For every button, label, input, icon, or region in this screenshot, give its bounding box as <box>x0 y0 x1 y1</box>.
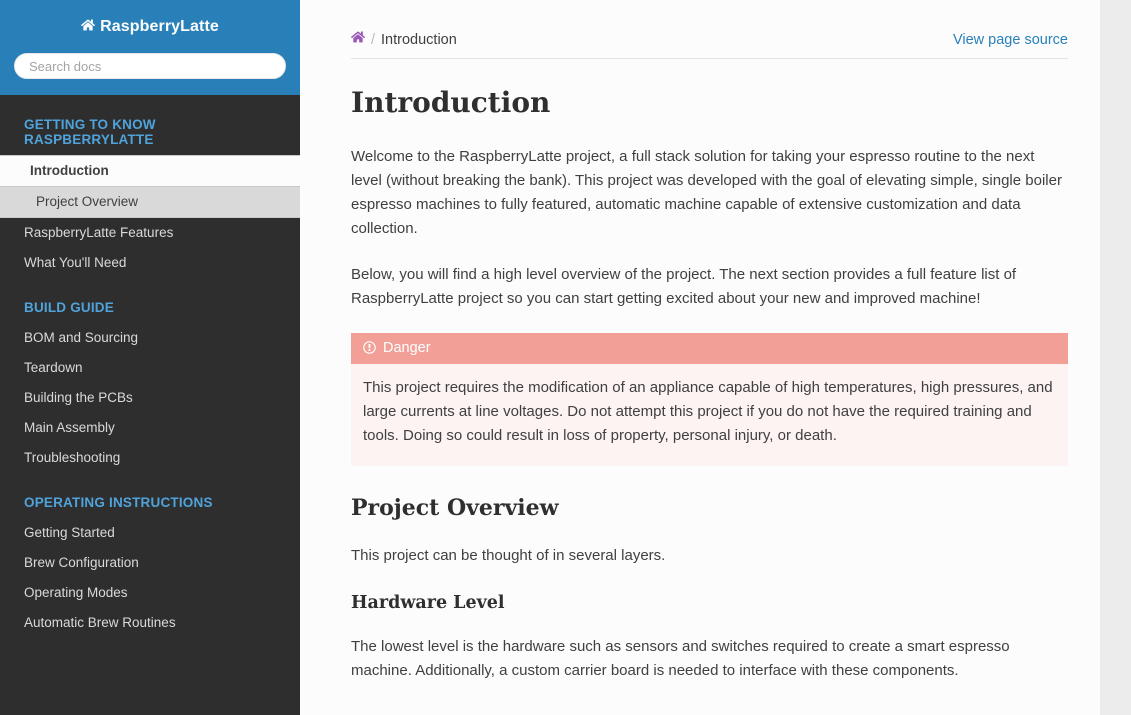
search-input[interactable] <box>14 53 286 79</box>
sidebar-item-what-youll-need[interactable]: What You'll Need <box>0 248 300 278</box>
danger-admonition-title: Danger <box>351 332 1068 364</box>
brand-label: RaspberryLatte <box>100 18 219 35</box>
sidebar-item-raspberrylatte-features[interactable]: RaspberryLatte Features <box>0 218 300 248</box>
sidebar-item-introduction[interactable]: Introduction <box>0 155 300 187</box>
sidebar-subitem-project-overview[interactable]: Project Overview <box>0 187 300 218</box>
sidebar-item-bom-and-sourcing[interactable]: BOM and Sourcing <box>0 323 300 353</box>
search-container <box>14 53 286 79</box>
section-heading-hardware-level: Hardware Level <box>351 592 505 613</box>
content-inner: / Introduction View page source Introduc… <box>300 0 1100 683</box>
sidebar-navigation: RaspberryLatte GETTING TO KNOW RASPBERRY… <box>0 0 300 715</box>
breadcrumb-separator: / <box>371 32 376 48</box>
exclamation-circle-icon <box>363 341 376 355</box>
sidebar-item-troubleshooting[interactable]: Troubleshooting <box>0 443 300 473</box>
intro-paragraph-2: Below, you will find a high level overvi… <box>351 265 1017 307</box>
sidebar-item-automatic-brew-routines[interactable]: Automatic Brew Routines <box>0 608 300 638</box>
sidebar-caption-build-guide: BUILD GUIDE <box>24 300 114 315</box>
home-icon <box>81 17 96 39</box>
main-content: / Introduction View page source Introduc… <box>300 0 1131 715</box>
sidebar-caption-operating-instructions: OPERATING INSTRUCTIONS <box>24 495 213 510</box>
sidebar-item-teardown[interactable]: Teardown <box>0 353 300 383</box>
sidebar-menu: GETTING TO KNOW RASPBERRYLATTE Introduct… <box>0 95 300 638</box>
danger-admonition: Danger This project requires the modific… <box>351 332 1068 466</box>
breadcrumb-current-page: Introduction <box>381 32 457 48</box>
sidebar-item-getting-started[interactable]: Getting Started <box>0 518 300 548</box>
breadcrumb-divider <box>351 58 1068 59</box>
view-page-source-link[interactable]: View page source <box>953 32 1068 48</box>
sidebar-caption-getting-to-know: GETTING TO KNOW RASPBERRYLATTE <box>24 117 156 147</box>
sidebar-item-brew-configuration[interactable]: Brew Configuration <box>0 548 300 578</box>
section-heading-project-overview: Project Overview <box>351 494 559 521</box>
intro-paragraph-1: Welcome to the RaspberryLatte project, a… <box>351 147 1062 237</box>
documentation-page: RaspberryLatte GETTING TO KNOW RASPBERRY… <box>0 0 1131 715</box>
danger-admonition-body: This project requires the modification o… <box>351 364 1068 466</box>
sidebar-header: RaspberryLatte <box>0 0 300 95</box>
sidebar-item-main-assembly[interactable]: Main Assembly <box>0 413 300 443</box>
sidebar-item-operating-modes[interactable]: Operating Modes <box>0 578 300 608</box>
right-gutter <box>1100 0 1131 715</box>
breadcrumb-home-link[interactable] <box>350 30 366 48</box>
project-overview-paragraph: This project can be thought of in severa… <box>351 546 666 564</box>
home-icon <box>350 30 366 48</box>
sidebar-item-building-the-pcbs[interactable]: Building the PCBs <box>0 383 300 413</box>
danger-admonition-label: Danger <box>383 339 431 356</box>
breadcrumb: / Introduction View page source <box>350 0 1068 58</box>
brand-home-link[interactable]: RaspberryLatte <box>14 14 286 53</box>
page-title: Introduction <box>351 86 551 119</box>
hardware-level-paragraph: The lowest level is the hardware such as… <box>351 638 1010 680</box>
danger-admonition-text: This project requires the modification o… <box>363 378 1053 444</box>
